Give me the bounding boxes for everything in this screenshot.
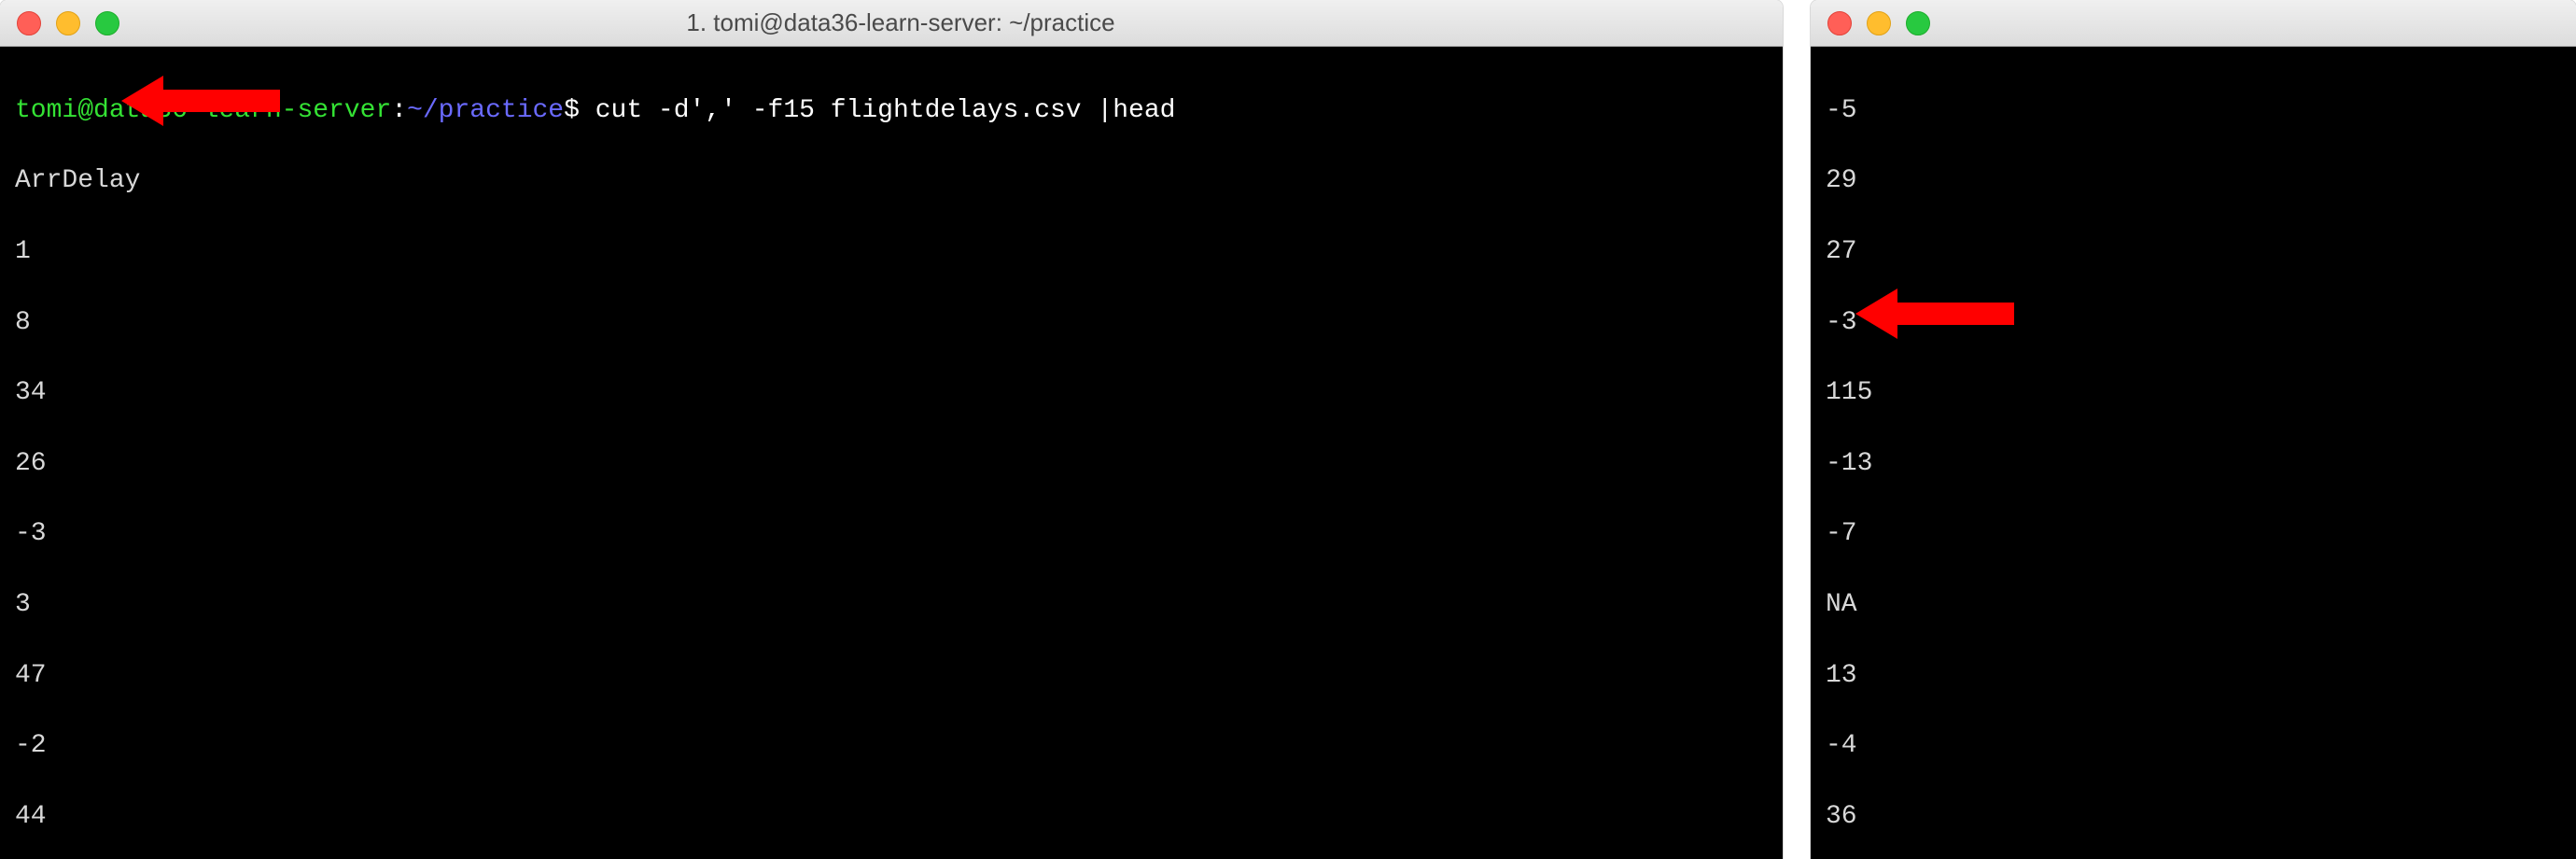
output-line: -4 [1826,728,2561,764]
prompt-path: ~/practice [407,96,564,125]
terminal-body-right[interactable]: -5 29 27 -3 115 -13 -7 NA 13 -4 36 -7 41 [1811,47,2576,859]
terminal-body-left[interactable]: tomi@data36-learn-server:~/practice$ cut… [0,47,1783,859]
close-icon[interactable] [1827,11,1852,35]
traffic-lights [17,11,119,35]
output-line: 44 [15,799,1768,835]
output-line: 47 [15,658,1768,694]
traffic-lights [1827,11,1930,35]
output-line: -7 [1826,516,2561,552]
titlebar[interactable] [1811,0,2576,47]
maximize-icon[interactable] [1906,11,1930,35]
prompt-line: tomi@data36-learn-server:~/practice$ cut… [15,93,1768,129]
output-line: -2 [15,728,1768,764]
minimize-icon[interactable] [1867,11,1891,35]
output-line: 29 [1826,163,2561,199]
output-line: 115 [1826,375,2561,411]
window-title: 1. tomi@data36-learn-server: ~/practice [119,8,1766,37]
output-line: 13 [1826,658,2561,694]
terminal-window-right: -5 29 27 -3 115 -13 -7 NA 13 -4 36 -7 41 [1811,0,2576,859]
command-text: cut -d',' -f15 flightdelays.csv |head [580,96,1176,125]
minimize-icon[interactable] [56,11,80,35]
output-line: -13 [1826,446,2561,482]
output-line: 26 [15,446,1768,482]
output-line: -5 [1826,93,2561,129]
output-line: 27 [1826,234,2561,270]
close-icon[interactable] [17,11,41,35]
titlebar[interactable]: 1. tomi@data36-learn-server: ~/practice [0,0,1783,47]
output-line: -3 [15,516,1768,552]
output-line: 36 [1826,799,2561,835]
prompt-user-host: tomi@data36-learn-server [15,96,391,125]
maximize-icon[interactable] [95,11,119,35]
output-line: 3 [15,587,1768,623]
output-line: 34 [15,375,1768,411]
output-line: ArrDelay [15,163,1768,199]
output-line: 8 [15,305,1768,341]
prompt-dollar: $ [564,96,580,125]
output-line: NA [1826,587,2561,623]
prompt-separator: : [391,96,407,125]
output-line: -3 [1826,305,2561,341]
output-line: 1 [15,234,1768,270]
terminal-window-left: 1. tomi@data36-learn-server: ~/practice … [0,0,1783,859]
